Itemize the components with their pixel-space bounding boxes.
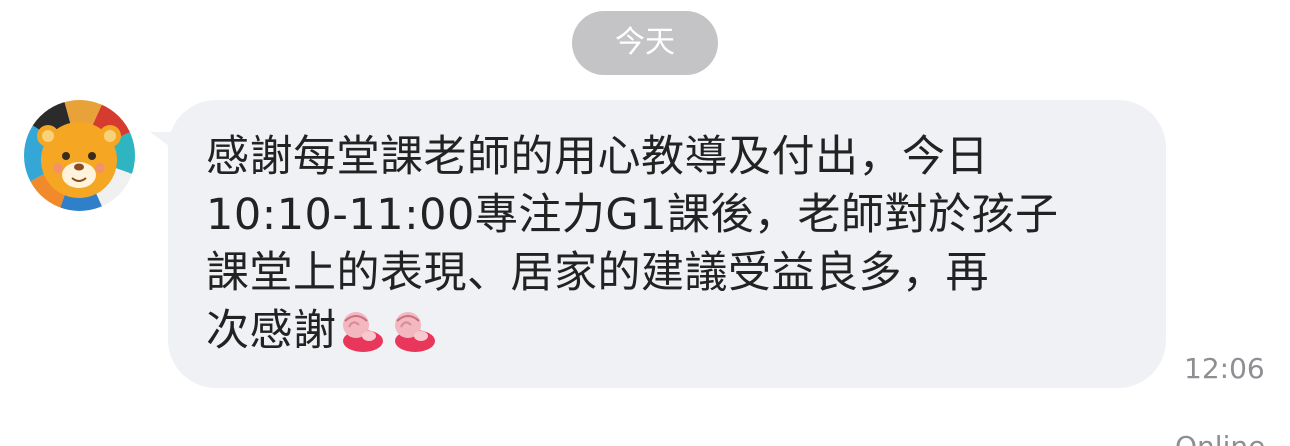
date-divider: 今天 xyxy=(572,11,718,75)
message-line: 次感謝 xyxy=(206,306,337,356)
bowing-person-emoji-icon xyxy=(342,312,383,352)
next-message-partial-text: Online xyxy=(1175,430,1265,446)
message-timestamp: 12:06 xyxy=(1184,352,1265,385)
chat-room: 今天 感謝每堂課老師的用心教導及付出，今日 10:10-11:00專注力G1課後… xyxy=(0,0,1290,446)
emoji-group xyxy=(339,309,443,368)
message-text: 感謝每堂課老師的用心教導及付出，今日 10:10-11:00專注力G1課後，老師… xyxy=(206,128,1106,368)
message-line: 課堂上的表現、居家的建議受益良多，再 xyxy=(206,248,989,298)
sender-avatar[interactable] xyxy=(24,100,135,211)
bowing-person-emoji-icon xyxy=(394,312,435,352)
message-line: 感謝每堂課老師的用心教導及付出，今日 xyxy=(206,132,989,182)
lion-avatar-icon xyxy=(24,100,135,211)
message-line: 10:10-11:00專注力G1課後，老師對於孩子 xyxy=(206,190,1059,240)
